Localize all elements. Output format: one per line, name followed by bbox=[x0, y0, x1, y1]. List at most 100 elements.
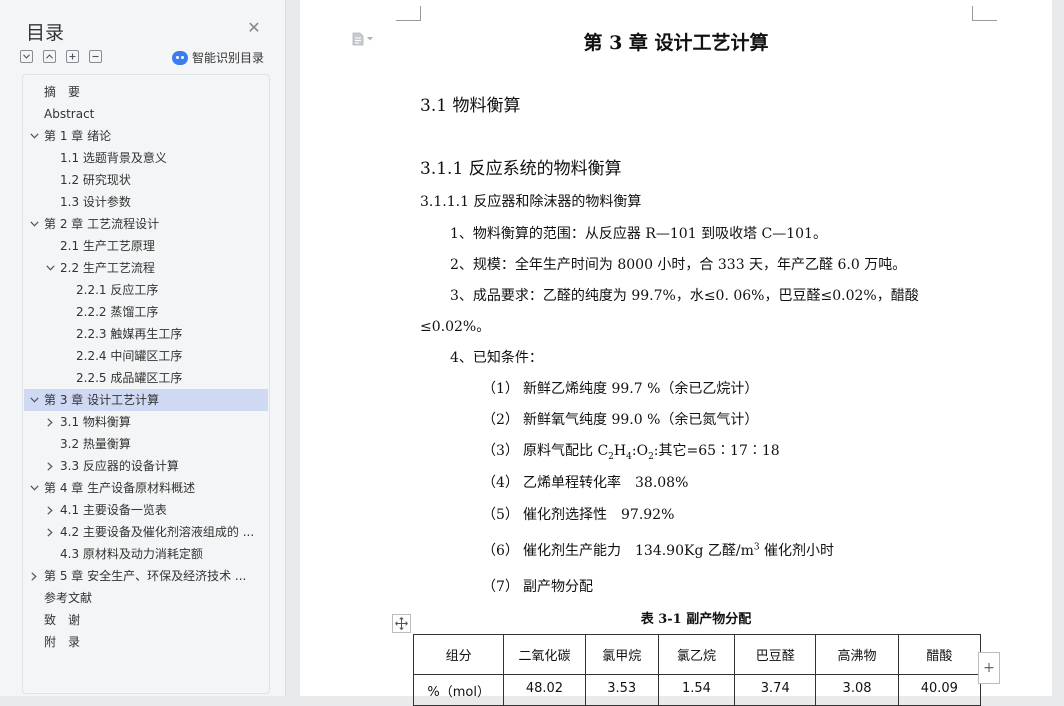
toc-item[interactable]: 附 录 bbox=[24, 631, 268, 653]
toc-item-label: 3.2 热量衡算 bbox=[60, 437, 131, 451]
toc-item[interactable]: 1.1 选题背景及意义 bbox=[24, 147, 268, 169]
expand-all-icon[interactable] bbox=[20, 50, 33, 63]
table-caption: 表 3-1 副产物分配 bbox=[640, 612, 752, 627]
table-move-handle[interactable] bbox=[392, 614, 411, 633]
paragraph-scale: 2、规模：全年生产时间为 8000 小时，合 333 天，年产乙醛 6.0 万吨… bbox=[450, 257, 907, 273]
table-header-cell: 巴豆醛 bbox=[734, 634, 817, 675]
condition-text: 新鲜氧气纯度 99.0 %（余已氮气计） bbox=[523, 412, 759, 428]
condition-text: 催化剂生产能力 134.90Kg 乙醛/m3 催化剂小时 bbox=[523, 542, 835, 559]
condition-number: （7） bbox=[482, 579, 519, 595]
table-cell: 40.09 bbox=[897, 674, 982, 706]
condition-text: 原料气配比 bbox=[523, 443, 598, 459]
toc-item[interactable]: 2.2.3 触媒再生工序 bbox=[24, 323, 268, 345]
chevron-right-icon bbox=[47, 417, 53, 427]
section-heading: 3.1 物料衡算 bbox=[420, 96, 521, 116]
toc-item[interactable]: 3.2 热量衡算 bbox=[24, 433, 268, 455]
table-row: %（mol） 48.02 3.53 1.54 3.74 3.08 40.09 bbox=[412, 674, 982, 706]
toc-item[interactable]: 摘 要 bbox=[24, 81, 268, 103]
toc-item[interactable]: 2.2.4 中间罐区工序 bbox=[24, 345, 268, 367]
collapse-toggle[interactable] bbox=[28, 477, 40, 499]
ai-assistant-icon bbox=[172, 50, 188, 65]
scrollbar-track[interactable] bbox=[1052, 0, 1064, 696]
toc-item[interactable]: 第 5 章 安全生产、环保及经济技术 ... bbox=[24, 565, 268, 587]
condition-number: （2） bbox=[482, 412, 519, 428]
toc-item[interactable]: 1.2 研究现状 bbox=[24, 169, 268, 191]
expand-toggle[interactable] bbox=[44, 499, 56, 521]
table-cell: 3.53 bbox=[584, 674, 659, 706]
toc-item[interactable]: 3.1 物料衡算 bbox=[24, 411, 268, 433]
condition-item: （1） 新鲜乙烯纯度 99.7 %（余已乙烷计） bbox=[482, 378, 758, 398]
toc-item[interactable]: 2.2.2 蒸馏工序 bbox=[24, 301, 268, 323]
paragraph-known-conditions: 4、已知条件： bbox=[450, 350, 543, 366]
toc-item[interactable]: 致 谢 bbox=[24, 609, 268, 631]
toc-item-label: 4.1 主要设备一览表 bbox=[60, 503, 167, 517]
condition-number: （3） bbox=[482, 443, 519, 459]
toc-item[interactable]: 第 4 章 生产设备原材料概述 bbox=[24, 477, 268, 499]
expand-toggle[interactable] bbox=[44, 455, 56, 477]
toc-item-label: 2.2.2 蒸馏工序 bbox=[76, 305, 159, 319]
toc-list: 摘 要 Abstract 第 1 章 绪论 1.1 选题背景及意义 1.2 研究现状 1.… bbox=[24, 81, 268, 653]
sidebar-title: 目录 bbox=[26, 22, 65, 44]
toc-item[interactable]: 4.2 主要设备及催化剂溶液组成的 ... bbox=[24, 521, 268, 543]
add-column-button[interactable]: + bbox=[978, 652, 1000, 684]
toc-item[interactable]: 2.1 生产工艺原理 bbox=[24, 235, 268, 257]
toc-item-label: Abstract bbox=[44, 107, 95, 121]
byproduct-table: 组分 二氧化碳 氯甲烷 氯乙烷 巴豆醛 高沸物 醋酸 %（mol） 48.02 3.53 1.54… bbox=[412, 634, 982, 706]
toc-item-label: 第 2 章 工艺流程设计 bbox=[44, 217, 160, 231]
paragraph-scope: 1、物料衡算的范围：从反应器 R—101 到吸收塔 C—101。 bbox=[450, 226, 827, 242]
collapse-toggle[interactable] bbox=[28, 389, 40, 411]
document-page: 第 3 章 设计工艺计算 3.1 物料衡算 3.1.1 反应系统的物料衡算 3.… bbox=[300, 0, 1052, 706]
toc-item-label: 参考文献 bbox=[44, 591, 93, 605]
condition-item: （5） 催化剂选择性 97.92% bbox=[482, 504, 674, 524]
gas-ratio-formula: C2H4:O2 bbox=[597, 443, 654, 462]
toc-item[interactable]: 3.3 反应器的设备计算 bbox=[24, 455, 268, 477]
condition-text: 新鲜乙烯纯度 99.7 %（余已乙烷计） bbox=[523, 381, 759, 397]
paragraph-product-requirements-cont: ≤0.02%。 bbox=[420, 319, 491, 335]
plus-icon: + bbox=[983, 660, 995, 676]
condition-number: （6） bbox=[482, 543, 519, 559]
chevron-down-icon bbox=[29, 485, 39, 491]
toc-item[interactable]: 2.2.1 反应工序 bbox=[24, 279, 268, 301]
expand-toggle[interactable] bbox=[44, 411, 56, 433]
toc-item-label: 2.1 生产工艺原理 bbox=[60, 239, 155, 253]
toc-item-label: 致 谢 bbox=[44, 613, 81, 627]
collapse-toggle[interactable] bbox=[44, 257, 56, 279]
toc-item[interactable]: 第 3 章 设计工艺计算 bbox=[24, 389, 268, 411]
toc-item-label: 第 4 章 生产设备原材料概述 bbox=[44, 481, 196, 495]
condition-text-suffix: :其它=65∶17∶18 bbox=[653, 443, 780, 459]
chevron-right-icon bbox=[31, 571, 37, 581]
toc-item[interactable]: 第 1 章 绪论 bbox=[24, 125, 268, 147]
smart-toc-button[interactable]: 智能识别目录 bbox=[172, 49, 264, 66]
toc-item[interactable]: 2.2 生产工艺流程 bbox=[24, 257, 268, 279]
condition-number: （5） bbox=[482, 507, 519, 523]
toc-item[interactable]: Abstract bbox=[24, 103, 268, 125]
toc-item-label: 1.3 设计参数 bbox=[60, 195, 131, 209]
condition-item: （6） 催化剂生产能力 134.90Kg 乙醛/m3 催化剂小时 bbox=[482, 540, 834, 560]
toc-item-label: 3.3 反应器的设备计算 bbox=[60, 459, 179, 473]
expand-toggle[interactable] bbox=[28, 565, 40, 587]
toc-item-label: 第 1 章 绪论 bbox=[44, 129, 112, 143]
table-header-cell: 氯甲烷 bbox=[584, 634, 659, 675]
toc-item[interactable]: 第 2 章 工艺流程设计 bbox=[24, 213, 268, 235]
expand-toggle[interactable] bbox=[44, 521, 56, 543]
condition-item: （4） 乙烯单程转化率 38.08% bbox=[482, 472, 688, 492]
collapse-toggle[interactable] bbox=[28, 213, 40, 235]
table-header-cell: 高沸物 bbox=[815, 634, 899, 675]
toc-item-label: 4.2 主要设备及催化剂溶液组成的 ... bbox=[60, 525, 255, 539]
toc-item[interactable]: 4.3 原材料及动力消耗定额 bbox=[24, 543, 268, 565]
toc-item-label: 摘 要 bbox=[44, 85, 81, 99]
chapter-title: 第 3 章 设计工艺计算 bbox=[583, 32, 769, 54]
toc-item[interactable]: 1.3 设计参数 bbox=[24, 191, 268, 213]
condition-number: （4） bbox=[482, 475, 519, 491]
table-row-label: %（mol） bbox=[412, 674, 505, 706]
remove-item-icon[interactable] bbox=[89, 50, 102, 63]
toc-item[interactable]: 4.1 主要设备一览表 bbox=[24, 499, 268, 521]
close-icon[interactable]: ✕ bbox=[246, 20, 262, 36]
collapse-all-icon[interactable] bbox=[43, 50, 56, 63]
add-item-icon[interactable] bbox=[66, 50, 79, 63]
collapse-toggle[interactable] bbox=[28, 125, 40, 147]
toc-item[interactable]: 参考文献 bbox=[24, 587, 268, 609]
move-icon bbox=[395, 617, 408, 630]
chevron-down-icon bbox=[29, 221, 39, 227]
toc-item[interactable]: 2.2.5 成品罐区工序 bbox=[24, 367, 268, 389]
